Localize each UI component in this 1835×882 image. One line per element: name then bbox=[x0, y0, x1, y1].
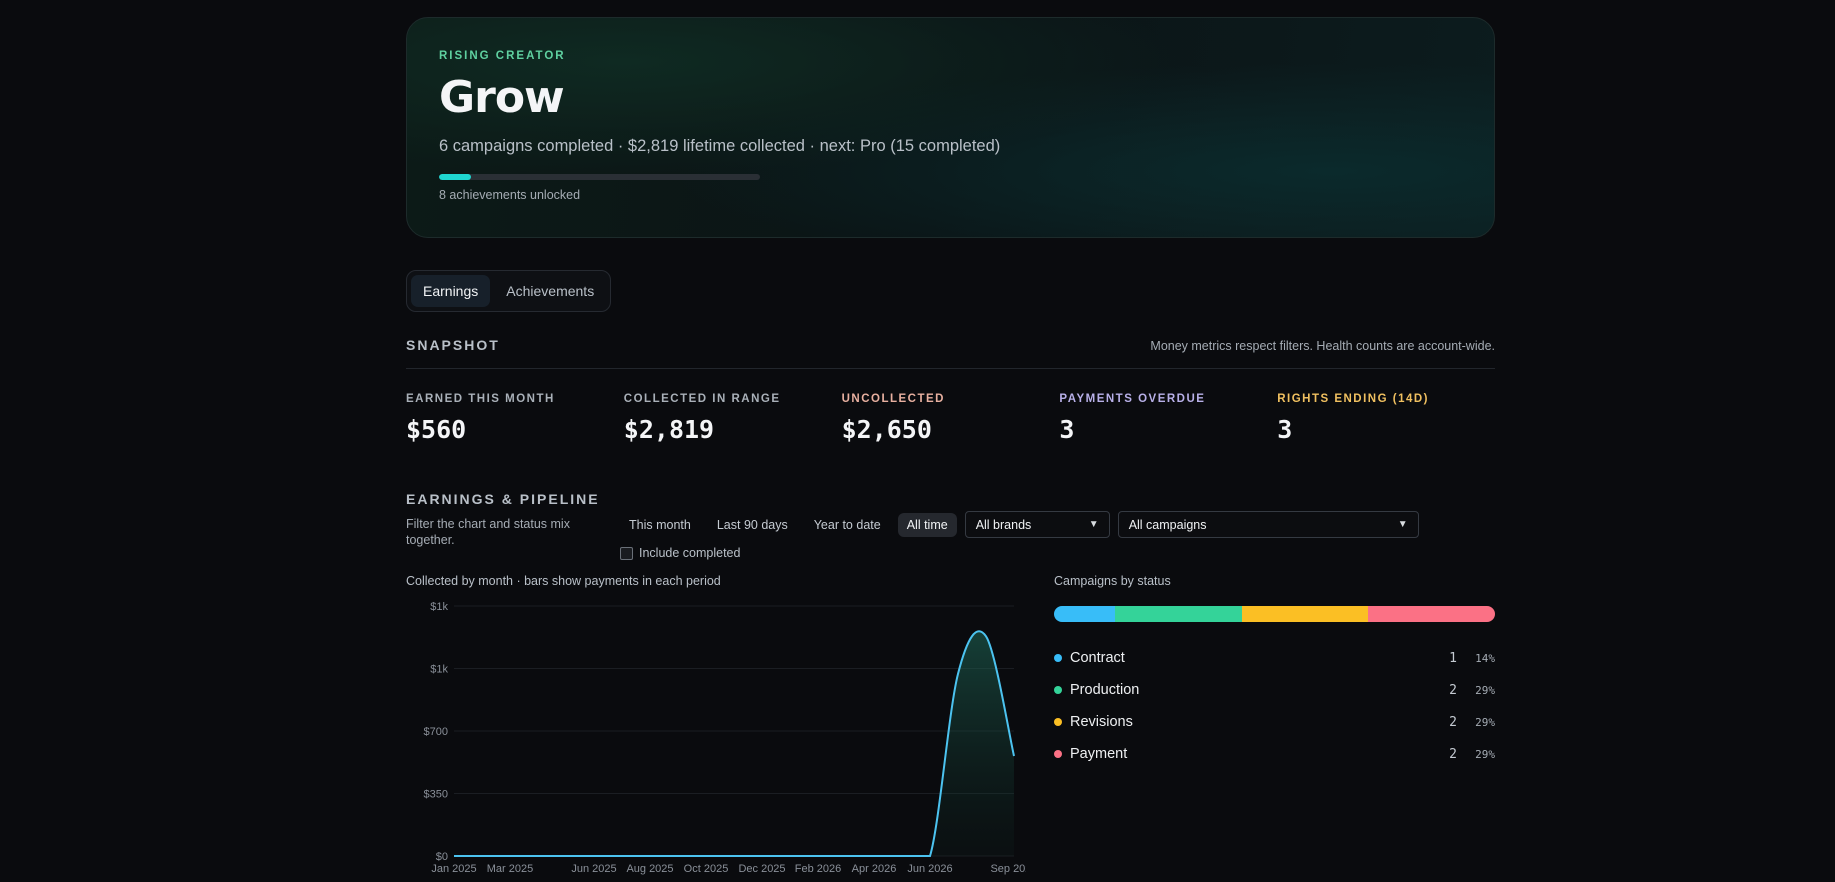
status-row-revisions: Revisions 2 29% bbox=[1054, 706, 1495, 738]
x-tick-label: Jun 2025 bbox=[571, 863, 616, 875]
status-segment-payment bbox=[1368, 606, 1495, 622]
collected-chart: $0 $350 $700 $1k $1k Jan 2025 Mar 2025 Jun 2025… bbox=[424, 601, 1026, 875]
status-name: Production bbox=[1070, 682, 1140, 698]
metric-rights-ending: RIGHTS ENDING (14D) 3 bbox=[1277, 393, 1495, 444]
include-completed-checkbox[interactable] bbox=[620, 546, 633, 560]
y-tick-label: $700 bbox=[424, 726, 448, 738]
range-filters: This month Last 90 days Year to date All… bbox=[620, 511, 1419, 538]
range-this-month[interactable]: This month bbox=[620, 513, 700, 537]
earnings-pipeline-section: EARNINGS & PIPELINE Filter the chart and… bbox=[406, 491, 1495, 560]
achievements-count: 8 achievements unlocked bbox=[439, 188, 581, 202]
y-tick-label: $0 bbox=[436, 851, 448, 863]
pipeline-description: Filter the chart and status mix together… bbox=[406, 517, 570, 547]
status-row-production: Production 2 29% bbox=[1054, 674, 1495, 706]
metric-payments-overdue: PAYMENTS OVERDUE 3 bbox=[1059, 393, 1277, 444]
metric-value: $2,650 bbox=[841, 415, 932, 444]
tier-eyebrow: RISING CREATOR bbox=[439, 50, 566, 62]
status-count: 2 bbox=[1449, 746, 1457, 762]
status-count: 1 bbox=[1449, 650, 1457, 666]
series-line bbox=[454, 630, 1015, 857]
include-completed-toggle[interactable]: Include completed bbox=[620, 546, 740, 560]
status-segment-revisions bbox=[1241, 606, 1369, 622]
status-name: Payment bbox=[1070, 746, 1128, 762]
status-row-payment: Payment 2 29% bbox=[1054, 738, 1495, 770]
metric-earned-this-month: EARNED THIS MONTH $560 bbox=[406, 393, 624, 444]
metric-label: UNCOLLECTED bbox=[841, 393, 945, 405]
metric-label: EARNED THIS MONTH bbox=[406, 393, 555, 405]
tier-card: RISING CREATOR Grow 6 campaigns complete… bbox=[406, 17, 1495, 238]
y-tick-label: $1k bbox=[430, 601, 448, 613]
area-fill bbox=[454, 631, 1014, 856]
metric-value: $2,819 bbox=[623, 415, 715, 444]
status-row-contract: Contract 1 14% bbox=[1054, 642, 1495, 674]
metric-uncollected: UNCOLLECTED $2,650 bbox=[842, 393, 1060, 444]
pipeline-title: EARNINGS & PIPELINE bbox=[406, 491, 600, 507]
x-tick-label: Sep 2026 bbox=[990, 863, 1026, 875]
brand-select-value: All brands bbox=[975, 517, 1032, 532]
chevron-down-icon: ▼ bbox=[1088, 519, 1099, 530]
range-year-to-date[interactable]: Year to date bbox=[805, 513, 890, 537]
range-last-90-days[interactable]: Last 90 days bbox=[708, 513, 797, 537]
status-mix-bar bbox=[1054, 606, 1495, 622]
status-count: 2 bbox=[1449, 682, 1457, 698]
x-tick-label: Aug 2025 bbox=[626, 863, 673, 875]
status-count: 2 bbox=[1449, 714, 1457, 730]
snapshot-metrics: EARNED THIS MONTH $560 COLLECTED IN RANG… bbox=[406, 393, 1495, 444]
metric-label: RIGHTS ENDING (14D) bbox=[1277, 393, 1430, 405]
tier-progress-bar bbox=[439, 174, 760, 180]
x-tick-label: Dec 2025 bbox=[738, 863, 785, 875]
range-all-time[interactable]: All time bbox=[897, 512, 957, 537]
status-percent: 29% bbox=[1475, 747, 1495, 761]
view-tabs: Earnings Achievements bbox=[406, 270, 612, 312]
status-dot bbox=[1054, 750, 1062, 758]
chevron-down-icon: ▼ bbox=[1397, 519, 1408, 530]
status-dot bbox=[1054, 654, 1062, 662]
tier-title: Grow bbox=[439, 72, 565, 123]
status-dot bbox=[1054, 718, 1062, 726]
snapshot-header: SNAPSHOT Money metrics respect filters. … bbox=[406, 337, 1495, 369]
chart-caption: Collected by month · bars show payments … bbox=[406, 574, 721, 588]
status-dot bbox=[1054, 686, 1062, 694]
status-name: Contract bbox=[1070, 650, 1125, 666]
status-segment-production bbox=[1115, 606, 1242, 622]
metric-value: 3 bbox=[1059, 415, 1075, 444]
x-tick-label: Feb 2026 bbox=[795, 863, 841, 875]
status-percent: 29% bbox=[1475, 715, 1495, 729]
metric-collected-in-range: COLLECTED IN RANGE $2,819 bbox=[624, 393, 842, 444]
tier-progress-fill bbox=[439, 174, 472, 180]
campaign-select[interactable]: All campaigns ▼ bbox=[1117, 511, 1419, 538]
metric-value: 3 bbox=[1277, 415, 1293, 444]
y-tick-label: $1k bbox=[430, 664, 448, 676]
metric-label: COLLECTED IN RANGE bbox=[623, 393, 781, 405]
campaign-select-value: All campaigns bbox=[1128, 517, 1207, 532]
status-percent: 29% bbox=[1475, 683, 1495, 697]
x-tick-label: Jun 2026 bbox=[907, 863, 952, 875]
tier-subtitle: 6 campaigns completed · $2,819 lifetime … bbox=[439, 137, 1001, 155]
include-completed-label: Include completed bbox=[639, 546, 741, 560]
status-caption: Campaigns by status bbox=[1054, 574, 1171, 588]
status-legend: Contract 1 14% Production 2 29% Revision… bbox=[1054, 642, 1495, 770]
x-tick-label: Mar 2025 bbox=[487, 863, 533, 875]
x-tick-label: Oct 2025 bbox=[684, 863, 729, 875]
metric-value: $560 bbox=[406, 415, 467, 444]
tab-earnings[interactable]: Earnings bbox=[411, 275, 491, 307]
y-tick-label: $350 bbox=[424, 789, 448, 801]
snapshot-note: Money metrics respect filters. Health co… bbox=[1150, 339, 1495, 353]
x-tick-label: Jan 2025 bbox=[431, 863, 476, 875]
status-percent: 14% bbox=[1475, 651, 1495, 665]
brand-select[interactable]: All brands ▼ bbox=[964, 511, 1110, 538]
status-name: Revisions bbox=[1070, 714, 1133, 730]
x-tick-label: Apr 2026 bbox=[852, 863, 897, 875]
tab-achievements[interactable]: Achievements bbox=[494, 275, 606, 307]
status-segment-contract bbox=[1054, 606, 1116, 622]
metric-label: PAYMENTS OVERDUE bbox=[1059, 393, 1206, 405]
